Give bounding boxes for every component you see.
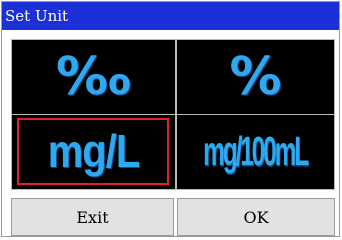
ok-button[interactable]: OK xyxy=(177,198,335,236)
unit-option-label: ‰ xyxy=(56,47,131,107)
set-unit-dialog: Set Unit ‰ % mg/L mg/100mL Exit OK xyxy=(1,1,340,237)
unit-option-permille[interactable]: ‰ xyxy=(12,40,175,114)
unit-option-mg-per-100ml[interactable]: mg/100mL xyxy=(177,115,334,189)
unit-option-label: % xyxy=(229,47,282,107)
unit-option-percent[interactable]: % xyxy=(177,40,334,114)
unit-option-mg-per-l[interactable]: mg/L xyxy=(12,115,175,189)
unit-grid: ‰ % mg/L mg/100mL xyxy=(11,39,335,190)
unit-option-label: mg/100mL xyxy=(203,128,310,175)
dialog-title: Set Unit xyxy=(2,2,339,30)
exit-button[interactable]: Exit xyxy=(11,198,174,236)
unit-option-label: mg/L xyxy=(47,126,141,177)
